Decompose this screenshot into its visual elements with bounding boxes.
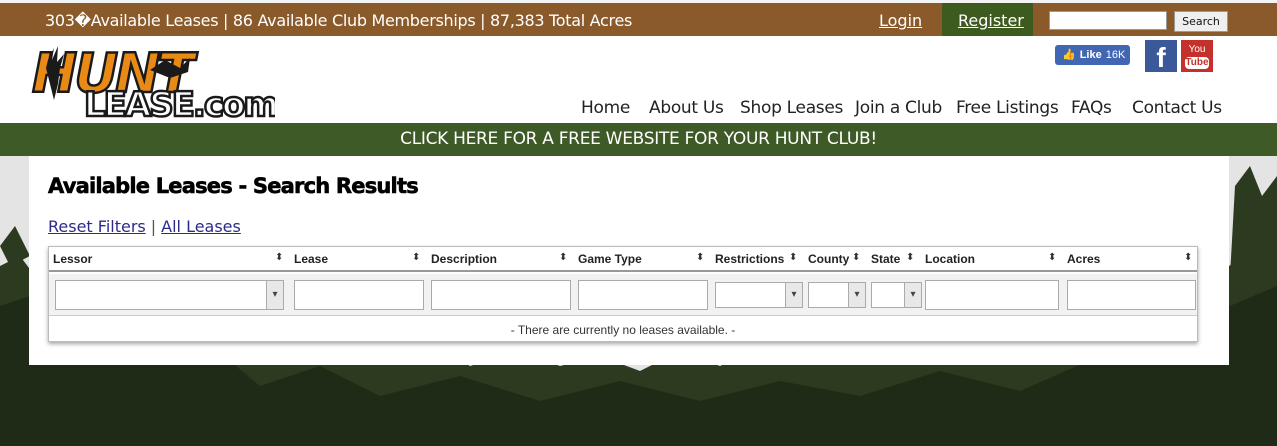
nav-about-us[interactable]: About Us <box>649 98 724 118</box>
lease-filter-input[interactable] <box>294 280 424 310</box>
filter-links: Reset Filters | All Leases <box>48 217 241 236</box>
nav-faqs[interactable]: FAQs <box>1071 98 1112 118</box>
nav-join-a-club[interactable]: Join a Club <box>855 98 942 118</box>
search-button[interactable]: Search <box>1174 11 1228 32</box>
thumbs-up-icon: 👍 <box>1062 49 1076 61</box>
chevron-down-icon: ▾ <box>785 283 802 307</box>
game-type-filter-input[interactable] <box>578 280 708 310</box>
site-header: HUNT LEASE.com 👍 Like 16K f You Tube Home … <box>0 36 1277 123</box>
table-filter-row: ▾ ▾ ▾ ▾ <box>49 274 1197 316</box>
page-title: Available Leases - Search Results <box>48 174 419 199</box>
login-link[interactable]: Login <box>879 11 922 30</box>
leases-table: Lessor ⬍ Lease ⬍ Description ⬍ Game Type… <box>48 246 1198 342</box>
column-header-lessor[interactable]: Lessor <box>53 252 92 266</box>
sort-icon[interactable]: ⬍ <box>1184 252 1192 263</box>
column-header-state[interactable]: State <box>871 252 900 266</box>
site-stats: 303�Available Leases | 86 Available Club… <box>45 11 633 30</box>
facebook-like-button[interactable]: 👍 Like 16K <box>1055 45 1130 65</box>
nav-shop-leases[interactable]: Shop Leases <box>740 98 843 118</box>
top-bar: 303�Available Leases | 86 Available Club… <box>0 0 1277 36</box>
search-input[interactable] <box>1049 11 1167 30</box>
main-nav: Home About Us Shop Leases Join a Club Fr… <box>0 98 1277 122</box>
acres-filter-input[interactable] <box>1067 280 1196 310</box>
youtube-icon[interactable]: You Tube <box>1181 40 1213 72</box>
state-filter-select[interactable]: ▾ <box>871 282 922 308</box>
sort-icon[interactable]: ⬍ <box>696 252 704 263</box>
chevron-down-icon: ▾ <box>266 281 283 309</box>
chevron-down-icon: ▾ <box>904 283 921 307</box>
content-panel: Available Leases - Search Results Reset … <box>29 156 1229 365</box>
county-filter-select[interactable]: ▾ <box>808 282 866 308</box>
facebook-icon[interactable]: f <box>1145 40 1177 73</box>
column-header-restrictions[interactable]: Restrictions <box>715 252 784 266</box>
sort-icon[interactable]: ⬍ <box>275 252 283 263</box>
reset-filters-link[interactable]: Reset Filters <box>48 217 146 236</box>
nav-free-listings[interactable]: Free Listings <box>956 98 1059 118</box>
column-header-location[interactable]: Location <box>925 252 975 266</box>
lessor-filter-select[interactable]: ▾ <box>55 280 284 310</box>
sort-icon[interactable]: ⬍ <box>852 252 860 263</box>
column-header-acres[interactable]: Acres <box>1067 252 1100 266</box>
all-leases-link[interactable]: All Leases <box>161 217 241 236</box>
restrictions-filter-select[interactable]: ▾ <box>715 282 803 308</box>
sort-icon[interactable]: ⬍ <box>906 252 914 263</box>
chevron-down-icon: ▾ <box>848 283 865 307</box>
register-link[interactable]: Register <box>942 3 1033 36</box>
sort-icon[interactable]: ⬍ <box>559 252 567 263</box>
empty-table-message: - There are currently no leases availabl… <box>510 323 736 337</box>
sort-icon[interactable]: ⬍ <box>412 252 420 263</box>
sort-icon[interactable]: ⬍ <box>789 252 797 263</box>
sort-icon[interactable]: ⬍ <box>1048 252 1056 263</box>
column-header-game-type[interactable]: Game Type <box>578 252 642 266</box>
nav-contact-us[interactable]: Contact Us <box>1132 98 1222 118</box>
column-header-county[interactable]: County <box>808 252 849 266</box>
column-header-description[interactable]: Description <box>431 252 497 266</box>
table-header-row: Lessor ⬍ Lease ⬍ Description ⬍ Game Type… <box>49 247 1197 272</box>
column-header-lease[interactable]: Lease <box>294 252 328 266</box>
free-website-promo[interactable]: CLICK HERE FOR A FREE WEBSITE FOR YOUR H… <box>0 123 1277 156</box>
nav-home[interactable]: Home <box>581 98 630 118</box>
link-separator: | <box>150 217 157 236</box>
description-filter-input[interactable] <box>431 280 571 310</box>
location-filter-input[interactable] <box>925 280 1059 310</box>
